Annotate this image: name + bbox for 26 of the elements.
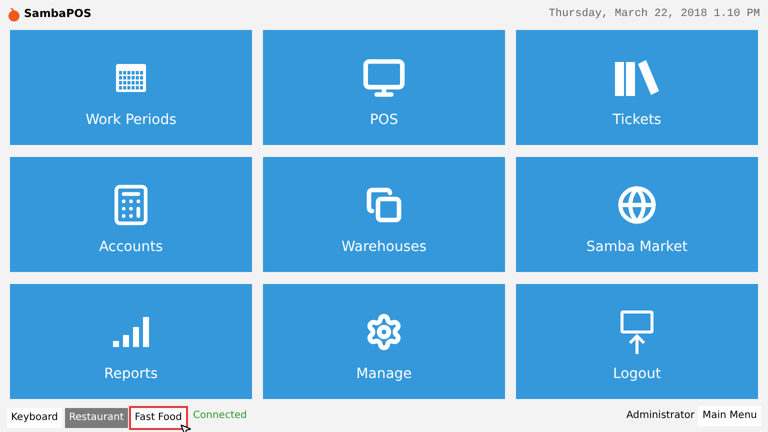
- menu-tile[interactable]: Logout: [516, 284, 758, 399]
- settings-icon: [365, 313, 403, 351]
- menu-tile[interactable]: Warehouses: [263, 157, 505, 272]
- date-time: Thursday, March 22, 2018 1.10 PM: [548, 7, 760, 22]
- menu-tile[interactable]: Accounts: [10, 157, 252, 272]
- copy-icon: [366, 187, 402, 223]
- logo-icon: [8, 8, 20, 22]
- connection-status: Connected: [193, 409, 247, 423]
- menu-tile[interactable]: Samba Market: [516, 157, 758, 272]
- department-button[interactable]: Keyboard: [7, 408, 62, 428]
- main-menu-button[interactable]: Main Menu: [698, 406, 761, 426]
- menu-tile[interactable]: Work Periods: [10, 30, 252, 145]
- department-button[interactable]: Restaurant: [65, 408, 128, 428]
- bar-chart-icon: [113, 317, 149, 347]
- app-name: SambaPOS: [24, 6, 92, 22]
- calendar-icon: [115, 62, 147, 94]
- department-button[interactable]: Fast Food: [130, 408, 186, 428]
- menu-tile[interactable]: POS: [263, 30, 505, 145]
- menu-tile[interactable]: Tickets: [516, 30, 758, 145]
- screen-arrow-icon: [620, 310, 654, 354]
- books-icon: [615, 60, 659, 96]
- menu-tile[interactable]: Manage: [263, 284, 505, 399]
- monitor-icon: [362, 56, 406, 100]
- globe-icon: [617, 185, 657, 225]
- user-name: Administrator: [626, 409, 694, 423]
- menu-tile[interactable]: Reports: [10, 284, 252, 399]
